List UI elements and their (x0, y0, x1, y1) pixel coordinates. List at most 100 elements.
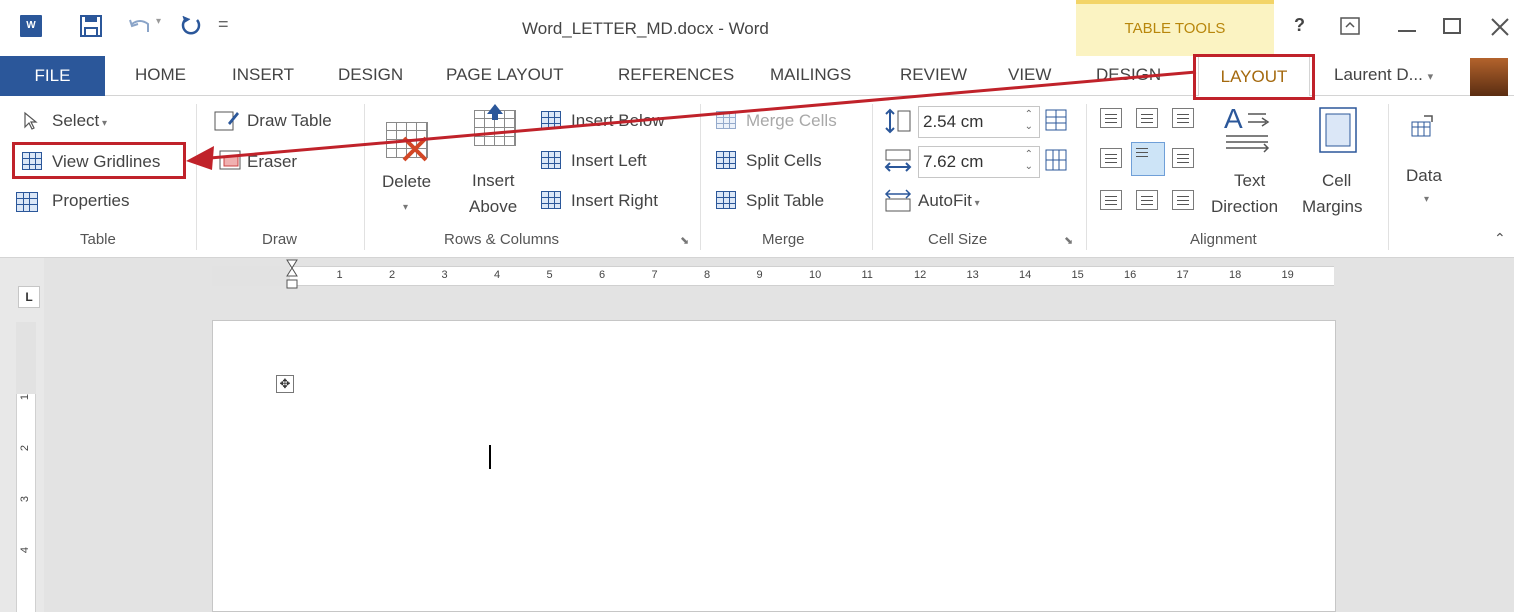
column-width-spinner-icon[interactable]: ⌃ ⌄ (1025, 149, 1033, 173)
document-page[interactable] (212, 320, 1336, 612)
align-center-right-icon[interactable] (1172, 148, 1194, 168)
autofit-label: AutoFit (918, 191, 972, 210)
delete-dropdown-icon[interactable]: ▾ (403, 202, 408, 213)
ruler-number: 16 (1124, 269, 1137, 281)
ruler-number: 7 (651, 269, 658, 281)
tab-insert[interactable]: INSERT (232, 65, 294, 85)
data-dropdown-icon[interactable]: ▾ (1424, 194, 1429, 205)
word-app-icon[interactable]: W (20, 15, 42, 37)
ruler-number: 17 (1176, 269, 1189, 281)
row-height-spinner-icon[interactable]: ⌃ ⌄ (1025, 109, 1033, 133)
insert-below-button[interactable]: Insert Below (571, 111, 665, 131)
row-height-icon (885, 108, 911, 134)
ribbon-display-options-icon[interactable] (1340, 17, 1360, 35)
align-top-center-icon[interactable] (1136, 108, 1158, 128)
ruler-number: 10 (809, 269, 822, 281)
view-gridlines-highlight (12, 142, 186, 179)
maximize-icon[interactable] (1443, 18, 1461, 34)
redo-icon[interactable] (180, 14, 202, 36)
tab-view[interactable]: VIEW (1008, 65, 1051, 85)
text-direction-line2[interactable]: Direction (1211, 197, 1278, 217)
horizontal-ruler-margin (212, 266, 290, 286)
group-separator (1388, 104, 1389, 250)
ruler-number: 14 (1019, 269, 1032, 281)
tab-table-design[interactable]: DESIGN (1096, 65, 1161, 85)
insert-below-icon (541, 111, 561, 129)
group-label-alignment: Alignment (1190, 231, 1257, 248)
ruler-number: 1 (19, 393, 32, 401)
tab-references[interactable]: REFERENCES (618, 65, 734, 85)
insert-left-button[interactable]: Insert Left (571, 151, 647, 171)
data-button[interactable]: Data (1406, 166, 1442, 186)
group-label-draw: Draw (262, 231, 298, 248)
rows-columns-launcher-icon[interactable]: ⬊ (680, 234, 689, 247)
insert-above-line2[interactable]: Above (469, 197, 517, 217)
ruler-number: 3 (19, 495, 32, 503)
delete-x-icon (402, 136, 428, 162)
tab-mailings[interactable]: MAILINGS (770, 65, 851, 85)
select-button[interactable]: Select ▾ (52, 111, 107, 131)
merge-cells-icon (716, 111, 736, 129)
help-icon[interactable]: ? (1294, 15, 1305, 36)
align-bottom-right-icon[interactable] (1172, 190, 1194, 210)
user-account[interactable]: Laurent D... ▾ (1334, 65, 1433, 85)
tab-home[interactable]: HOME (135, 65, 186, 85)
split-cells-button[interactable]: Split Cells (746, 151, 822, 171)
autofit-dropdown-icon: ▾ (971, 198, 980, 209)
avatar[interactable] (1470, 58, 1508, 96)
save-icon[interactable] (80, 15, 102, 37)
undo-icon[interactable] (128, 16, 152, 36)
indent-marker-icon[interactable] (286, 258, 298, 310)
text-cursor (489, 445, 491, 469)
delete-button[interactable]: Delete (382, 172, 431, 192)
ruler-number: 4 (19, 546, 32, 554)
align-center-left-icon[interactable] (1100, 148, 1122, 168)
tab-file[interactable]: FILE (0, 56, 105, 96)
properties-button[interactable]: Properties (52, 191, 129, 211)
ruler-number: 9 (756, 269, 763, 281)
align-top-left-icon[interactable] (1100, 108, 1122, 128)
group-label-cell-size: Cell Size (928, 231, 988, 248)
column-width-input[interactable]: 7.62 cm ⌃ ⌄ (918, 146, 1040, 178)
insert-above-line1[interactable]: Insert (472, 171, 515, 191)
eraser-icon (219, 150, 241, 170)
cell-margins-line2[interactable]: Margins (1302, 197, 1362, 217)
cell-size-launcher-icon[interactable]: ⬊ (1064, 234, 1073, 247)
insert-right-button[interactable]: Insert Right (571, 191, 658, 211)
select-dropdown-icon: ▾ (99, 118, 108, 129)
draw-table-icon (214, 111, 239, 131)
align-center-icon[interactable] (1131, 142, 1165, 176)
select-label: Select (52, 111, 100, 130)
row-height-input[interactable]: 2.54 cm ⌃ ⌄ (918, 106, 1040, 138)
properties-icon (16, 192, 38, 212)
collapse-ribbon-icon[interactable]: ⌃ (1494, 230, 1506, 247)
align-bottom-center-icon[interactable] (1136, 190, 1158, 210)
layout-tab-highlight (1193, 54, 1315, 100)
text-direction-line1[interactable]: Text (1234, 171, 1265, 191)
minimize-icon[interactable] (1398, 30, 1416, 32)
horizontal-ruler[interactable]: 1112345678910111213141516171819 (212, 266, 1334, 286)
split-table-button[interactable]: Split Table (746, 191, 824, 211)
eraser-button[interactable]: Eraser (247, 152, 297, 172)
table-move-handle-icon[interactable]: ✥ (276, 375, 294, 393)
align-top-right-icon[interactable] (1172, 108, 1194, 128)
select-cursor-icon (24, 111, 38, 130)
cell-margins-line1[interactable]: Cell (1322, 171, 1351, 191)
undo-dropdown-icon[interactable]: ▾ (156, 16, 161, 27)
tab-review[interactable]: REVIEW (900, 65, 967, 85)
tab-page-layout[interactable]: PAGE LAYOUT (446, 65, 563, 85)
ruler-number: 2 (19, 444, 32, 452)
tab-design[interactable]: DESIGN (338, 65, 403, 85)
autofit-icon (884, 189, 912, 212)
autofit-button[interactable]: AutoFit ▾ (918, 191, 980, 211)
close-icon[interactable] (1490, 17, 1510, 37)
insert-right-icon (541, 191, 561, 209)
tab-selector[interactable]: L (18, 286, 40, 308)
merge-cells-button[interactable]: Merge Cells (746, 111, 837, 131)
draw-table-button[interactable]: Draw Table (247, 111, 332, 131)
ruler-number: 18 (1229, 269, 1242, 281)
vertical-ruler-margin (16, 322, 36, 394)
customize-qat-icon[interactable]: = (218, 14, 229, 35)
group-separator (700, 104, 701, 250)
align-bottom-left-icon[interactable] (1100, 190, 1122, 210)
